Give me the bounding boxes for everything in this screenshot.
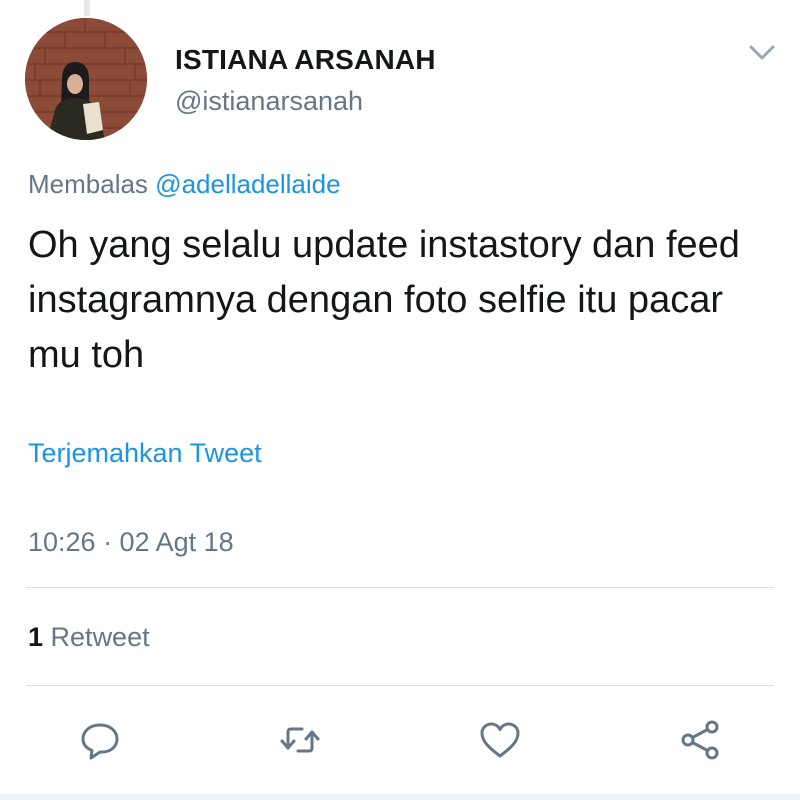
like-button[interactable] xyxy=(478,718,522,762)
heart-icon xyxy=(480,722,520,758)
thread-connector xyxy=(84,0,90,16)
bottom-border xyxy=(0,794,800,800)
reply-icon xyxy=(81,723,119,760)
reply-prefix: Membalas xyxy=(28,169,148,199)
divider xyxy=(26,685,774,686)
divider xyxy=(26,587,774,588)
reply-button[interactable] xyxy=(78,718,122,762)
share-icon xyxy=(681,720,719,760)
retweet-label: Retweet xyxy=(50,622,150,652)
tweet-text: Oh yang selalu update instastory dan fee… xyxy=(28,224,740,376)
reply-mention-link[interactable]: @adelladellaide xyxy=(155,169,340,199)
retweet-icon xyxy=(280,727,320,753)
retweet-stats[interactable]: 1 Retweet xyxy=(28,622,150,653)
reply-context: Membalas @adelladellaide xyxy=(28,169,341,200)
display-name[interactable]: ISTIANA ARSANAH xyxy=(175,44,436,76)
user-handle[interactable]: @istianarsanah xyxy=(175,86,363,117)
translate-tweet-link[interactable]: Terjemahkan Tweet xyxy=(28,438,262,469)
avatar[interactable] xyxy=(25,18,147,140)
tweet-timestamp[interactable]: 10:26 · 02 Agt 18 xyxy=(28,527,234,558)
share-button[interactable] xyxy=(678,718,722,762)
retweet-button[interactable] xyxy=(278,718,322,762)
chevron-down-icon[interactable] xyxy=(744,38,780,66)
avatar-photo xyxy=(25,18,147,140)
retweet-count: 1 xyxy=(28,622,44,652)
